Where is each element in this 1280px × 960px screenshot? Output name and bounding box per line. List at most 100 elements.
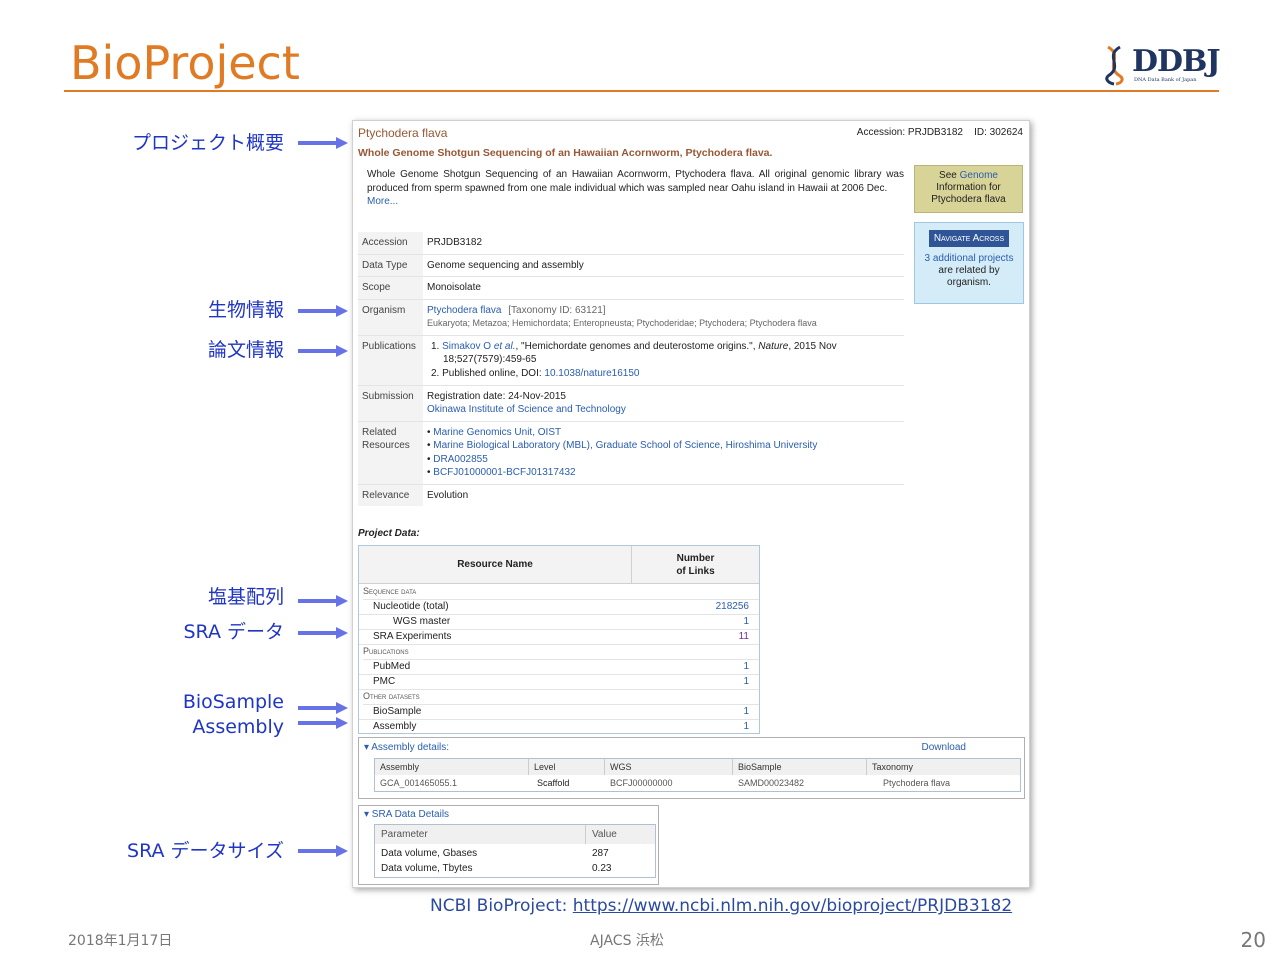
logo-subtitle: DNA Data Bank of Japan: [1134, 77, 1197, 83]
table-row: Related Resources • Marine Genomics Unit…: [358, 421, 904, 485]
additional-projects-link[interactable]: 3 additional projects: [925, 253, 1014, 264]
column-header: BioSample: [733, 759, 867, 775]
assembly-taxonomy[interactable]: Ptychodera flava: [867, 776, 1020, 791]
resource-name: BioSample: [373, 706, 422, 717]
link-count[interactable]: 1: [743, 719, 749, 734]
link-count[interactable]: 1: [743, 614, 749, 629]
table-row: Organism Ptychodera flava [Taxonomy ID: …: [358, 299, 904, 336]
column-header: Parameter: [375, 825, 586, 844]
accession-id-line: Accession: PRJDB3182 ID: 302624: [856, 127, 1023, 138]
link-count[interactable]: 1: [743, 704, 749, 719]
column-header: Level: [529, 759, 605, 775]
resource-name: WGS master: [393, 616, 451, 627]
project-data-title: Project Data:: [358, 528, 420, 539]
resource-name: Nucleotide (total): [373, 601, 449, 612]
link-count[interactable]: 218256: [716, 599, 749, 614]
sra-parameter: Data volume, Tbytes: [381, 863, 473, 874]
link-count[interactable]: 1: [743, 674, 749, 689]
arrow-icon: [298, 627, 348, 639]
row-value: Evolution: [427, 489, 469, 501]
header-resource-name: Resource Name: [359, 546, 632, 583]
label-sequence: 塩基配列: [207, 586, 284, 608]
column-header: Taxonomy: [867, 759, 1020, 775]
row-value: Monoisolate: [423, 276, 904, 300]
table-row: Data Type Genome sequencing and assembly: [358, 254, 904, 277]
author-link[interactable]: Simakov O: [442, 341, 494, 352]
related-resources-list: • Marine Genomics Unit, OIST • Marine Bi…: [423, 421, 904, 485]
bioproject-page-screenshot: Ptychodera flava Accession: PRJDB3182 ID…: [352, 120, 1030, 888]
header-number-of-links: Number of Links: [632, 552, 759, 578]
submitter-link[interactable]: Okinawa Institute of Science and Technol…: [427, 404, 626, 415]
lineage-text: Eukaryota; Metazoa; Hemichordata; Entero…: [427, 318, 817, 328]
navigate-across-box: Navigate Across 3 additional projects ar…: [914, 222, 1024, 304]
link-count[interactable]: 11: [739, 629, 749, 644]
table-header: Resource Name Number of Links: [359, 546, 759, 584]
publication-number: 2.: [431, 367, 440, 379]
registration-date: Registration date: 24-Nov-2015: [427, 390, 566, 402]
ncbi-bioproject-link[interactable]: https://www.ncbi.nlm.nih.gov/bioproject/…: [573, 896, 1012, 916]
label-sra-data: SRA データ: [183, 621, 284, 643]
project-info-table: Accession PRJDB3182 Data Type Genome seq…: [358, 232, 904, 506]
published-online-text: Published online, DOI:: [442, 367, 545, 379]
sra-value: 0.23: [592, 863, 612, 874]
organism-value: Ptychodera flava [Taxonomy ID: 63121] Eu…: [423, 299, 904, 336]
assembly-details-toggle[interactable]: ▾ Assembly details:: [364, 742, 449, 753]
sra-table: Parameter Value Data volume, Gbases 287 …: [374, 824, 656, 878]
genome-link[interactable]: Genome: [960, 170, 998, 181]
paper-title: , "Hemichordate genomes and deuterostome…: [515, 340, 759, 352]
doi-link[interactable]: 10.1038/nature16150: [544, 368, 639, 379]
ncbi-prefix: NCBI BioProject:: [430, 896, 573, 916]
assembly-level: Scaffold: [537, 778, 570, 788]
column-header: Value: [586, 825, 655, 844]
table-row: Publications 1. Simakov O et al., "Hemic…: [358, 335, 904, 386]
navigate-across-button[interactable]: Navigate Across: [928, 230, 1010, 247]
related-label-2: Resources: [362, 440, 410, 451]
label-sra-data-size: SRA データサイズ: [127, 840, 284, 862]
related-label-1: Related: [362, 426, 397, 438]
header-line-1: Number: [676, 553, 715, 564]
assembly-biosample[interactable]: SAMD00023482: [733, 776, 867, 791]
project-description: Whole Genome Shotgun Sequencing of an Ha…: [367, 168, 904, 209]
organism-link[interactable]: Ptychodera flava: [427, 305, 502, 316]
table-row: PMC 1: [359, 674, 759, 690]
row-key: Related Resources: [358, 421, 423, 485]
list-item: • BCFJ01000001-BCFJ01317432: [427, 467, 576, 478]
row-key: Scope: [358, 276, 423, 300]
submission-value: Registration date: 24-Nov-2015 Okinawa I…: [423, 385, 904, 422]
resource-link[interactable]: BCFJ01000001-BCFJ01317432: [433, 467, 575, 478]
page-number: 20: [1240, 928, 1266, 952]
arrow-icon: [298, 305, 348, 317]
navigate-text: 3 additional projects are related by org…: [915, 253, 1023, 289]
resource-link[interactable]: Marine Biological Laboratory (MBL), Grad…: [433, 440, 817, 451]
sra-parameter: Data volume, Gbases: [381, 848, 478, 859]
more-link[interactable]: More...: [367, 196, 398, 207]
arrow-icon: [298, 702, 348, 714]
list-item: • Marine Biological Laboratory (MBL), Gr…: [427, 440, 818, 451]
download-link[interactable]: Download: [922, 742, 966, 753]
footer-date: 2018年1月17日: [68, 933, 173, 949]
link-count[interactable]: 1: [743, 659, 749, 674]
sra-details-panel: ▾ SRA Data Details Parameter Value Data …: [358, 805, 659, 885]
label-assembly: Assembly: [192, 716, 284, 738]
project-data-table: Resource Name Number of Links Sequence d…: [358, 545, 760, 734]
label-publication-info: 論文情報: [207, 339, 284, 361]
assembly-accession[interactable]: GCA_001465055.1: [375, 776, 529, 791]
resource-name: PubMed: [373, 661, 411, 672]
resource-name: PMC: [373, 676, 396, 687]
resource-link[interactable]: Marine Genomics Unit, OIST: [433, 427, 561, 438]
row-key: Submission: [358, 385, 423, 422]
footer-event: AJACS 浜松: [590, 933, 664, 949]
resource-name: Assembly: [373, 721, 417, 732]
arrow-icon: [298, 717, 348, 729]
table-row: WGS master 1: [359, 614, 759, 630]
logo-text: DDBJ: [1132, 44, 1221, 79]
sra-details-toggle[interactable]: ▾ SRA Data Details: [364, 809, 449, 820]
assembly-wgs[interactable]: BCFJ00000000: [605, 776, 733, 791]
section-other-datasets: Other datasets: [363, 689, 759, 705]
resource-link[interactable]: DRA002855: [433, 454, 487, 465]
title-divider: [64, 90, 1219, 92]
project-organism-name: Ptychodera flava: [358, 126, 448, 140]
table-row: PubMed 1: [359, 659, 759, 675]
table-row: Submission Registration date: 24-Nov-201…: [358, 385, 904, 422]
row-key: Organism: [358, 299, 423, 336]
